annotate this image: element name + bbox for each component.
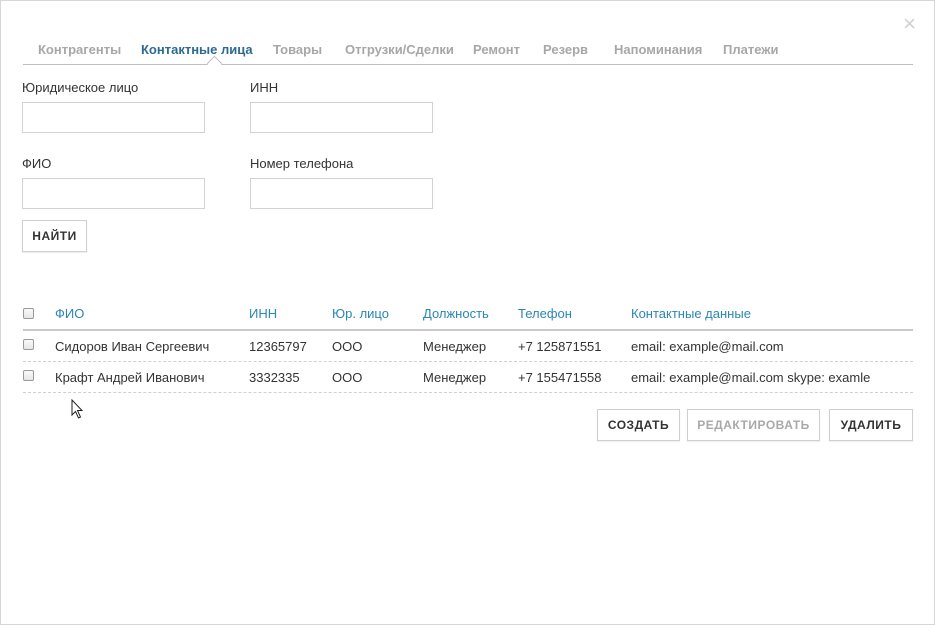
column-header-contact-details[interactable]: Контактные данные [631,306,751,321]
contacts-table: ФИО ИНН Юр. лицо Должность Телефон Конта… [23,301,913,393]
table-row[interactable]: Крафт Андрей Иванович 3332335 ООО Менедж… [23,362,913,393]
cell-position: Менеджер [423,370,487,385]
column-header-inn[interactable]: ИНН [249,306,277,321]
fio-input[interactable] [22,178,205,209]
select-all-checkbox[interactable] [23,308,34,319]
column-header-legal-entity[interactable]: Юр. лицо [332,306,389,321]
column-header-fio[interactable]: ФИО [55,306,84,321]
table-row[interactable]: Сидоров Иван Сергеевич 12365797 ООО Мене… [23,331,913,362]
tab-shipments-deals[interactable]: Отгрузки/Сделки [345,42,454,57]
phone-label: Номер телефона [250,156,354,171]
row-checkbox[interactable] [23,370,34,381]
tab-reserve[interactable]: Резерв [543,42,588,57]
tab-goods[interactable]: Товары [273,42,322,57]
close-icon[interactable]: × [903,13,916,35]
legal-entity-input[interactable] [22,102,205,133]
cell-inn: 12365797 [249,339,307,354]
inn-label: ИНН [250,80,279,95]
create-button[interactable]: СОЗДАТЬ [597,409,680,441]
fio-label: ФИО [22,156,52,171]
cell-fio: Сидоров Иван Сергеевич [55,339,210,354]
tab-contacts[interactable]: Контактные лица [141,42,253,57]
tab-reminders[interactable]: Напоминания [614,42,702,57]
phone-input[interactable] [250,178,433,209]
cell-inn: 3332335 [249,370,300,385]
cell-fio: Крафт Андрей Иванович [55,370,205,385]
mouse-cursor-icon [71,399,84,419]
cell-position: Менеджер [423,339,487,354]
tab-counterparties[interactable]: Контрагенты [38,42,121,57]
tab-repair[interactable]: Ремонт [473,42,520,57]
edit-button[interactable]: РЕДАКТИРОВАТЬ [687,409,820,441]
cell-phone: +7 155471558 [518,370,602,385]
contacts-dialog: × Контрагенты Контактные лица Товары Отг… [0,0,935,625]
legal-entity-label: Юридическое лицо [22,80,139,95]
active-tab-indicator [206,55,223,72]
cell-legal-entity: ООО [332,370,363,385]
tab-bar: Контрагенты Контактные лица Товары Отгру… [23,39,913,72]
delete-button[interactable]: УДАЛИТЬ [829,409,913,441]
table-header-row: ФИО ИНН Юр. лицо Должность Телефон Конта… [23,301,913,331]
column-header-position[interactable]: Должность [423,306,489,321]
row-checkbox[interactable] [23,339,34,350]
find-button[interactable]: НАЙТИ [22,220,87,252]
column-header-phone[interactable]: Телефон [518,306,572,321]
inn-input[interactable] [250,102,433,133]
cell-contact-details: email: example@mail.com [631,339,784,354]
cell-legal-entity: ООО [332,339,363,354]
cell-contact-details: email: example@mail.com skype: examle [631,370,871,385]
cell-phone: +7 125871551 [518,339,602,354]
tab-payments[interactable]: Платежи [723,42,778,57]
